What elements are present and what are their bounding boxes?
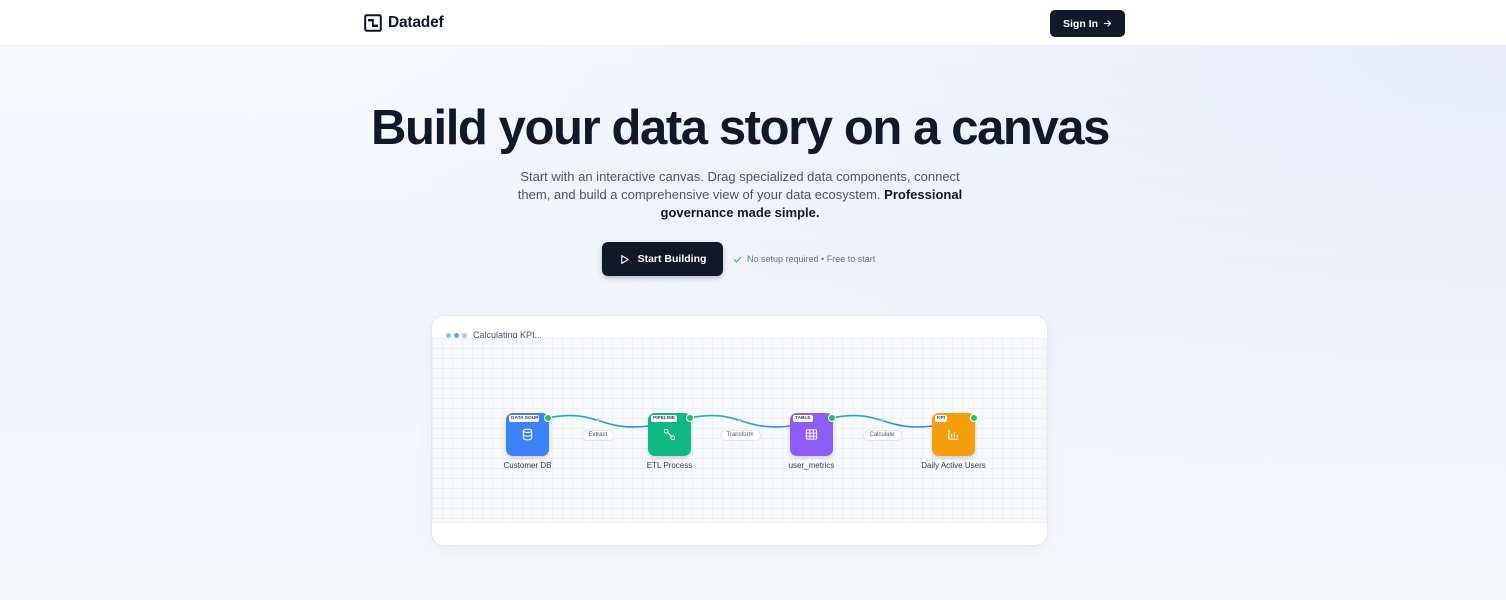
arrow-right-icon [1103, 20, 1112, 27]
table-icon [805, 429, 818, 440]
node-output-handle[interactable] [544, 414, 552, 422]
setup-note: No setup required • Free to start [733, 252, 875, 266]
node-type-tag: TABLE [793, 415, 813, 422]
node-type-tag: KPI [935, 415, 947, 422]
setup-note-text: No setup required • Free to start [747, 254, 876, 264]
check-icon [733, 256, 742, 262]
play-icon [620, 254, 629, 264]
database-icon [522, 428, 533, 441]
edge-label: Transform [719, 430, 761, 441]
node-label: Daily Active Users [921, 461, 986, 470]
brand-logo[interactable]: Datadef [364, 13, 444, 33]
node-label: ETL Process [646, 461, 693, 470]
edge-flow-dot [880, 418, 884, 422]
node-output-handle[interactable] [686, 414, 694, 422]
node-label: Customer DB [503, 461, 552, 470]
sign-in-label: Sign In [1063, 17, 1098, 30]
canvas-node[interactable]: PIPELINE [648, 413, 694, 456]
node-output-handle[interactable] [828, 414, 836, 422]
canvas-preview: Calculating KPI... DATA SOURCECustomer D… [431, 315, 1048, 546]
sign-in-button[interactable]: Sign In [1050, 10, 1125, 37]
start-building-label: Start Building [637, 253, 707, 265]
hero-subtitle: Start with an interactive canvas. Drag s… [511, 168, 969, 222]
edge-label: Extract [581, 430, 615, 441]
edge-label: Calculate [862, 430, 902, 441]
canvas-node[interactable]: TABLE [790, 413, 836, 456]
brand-name: Datadef [388, 14, 444, 31]
top-navbar: Datadef Sign In [0, 0, 1506, 46]
node-type-tag: PIPELINE [651, 415, 677, 422]
hero-title: Build your data story on a canvas [370, 101, 1110, 155]
canvas-node[interactable]: DATA SOURCE [506, 413, 552, 456]
edge-flow-dot [738, 418, 742, 422]
start-building-button[interactable]: Start Building [602, 242, 723, 276]
datadef-logo-icon [364, 14, 382, 32]
canvas-node[interactable]: KPI [932, 413, 978, 456]
bar-chart-icon [948, 429, 959, 440]
node-type-tag: DATA SOURCE [509, 415, 539, 422]
node-output-handle[interactable] [970, 414, 978, 422]
node-label: user_metrics [788, 461, 835, 470]
pipeline-icon [663, 428, 676, 441]
edge-flow-dot [596, 418, 600, 422]
